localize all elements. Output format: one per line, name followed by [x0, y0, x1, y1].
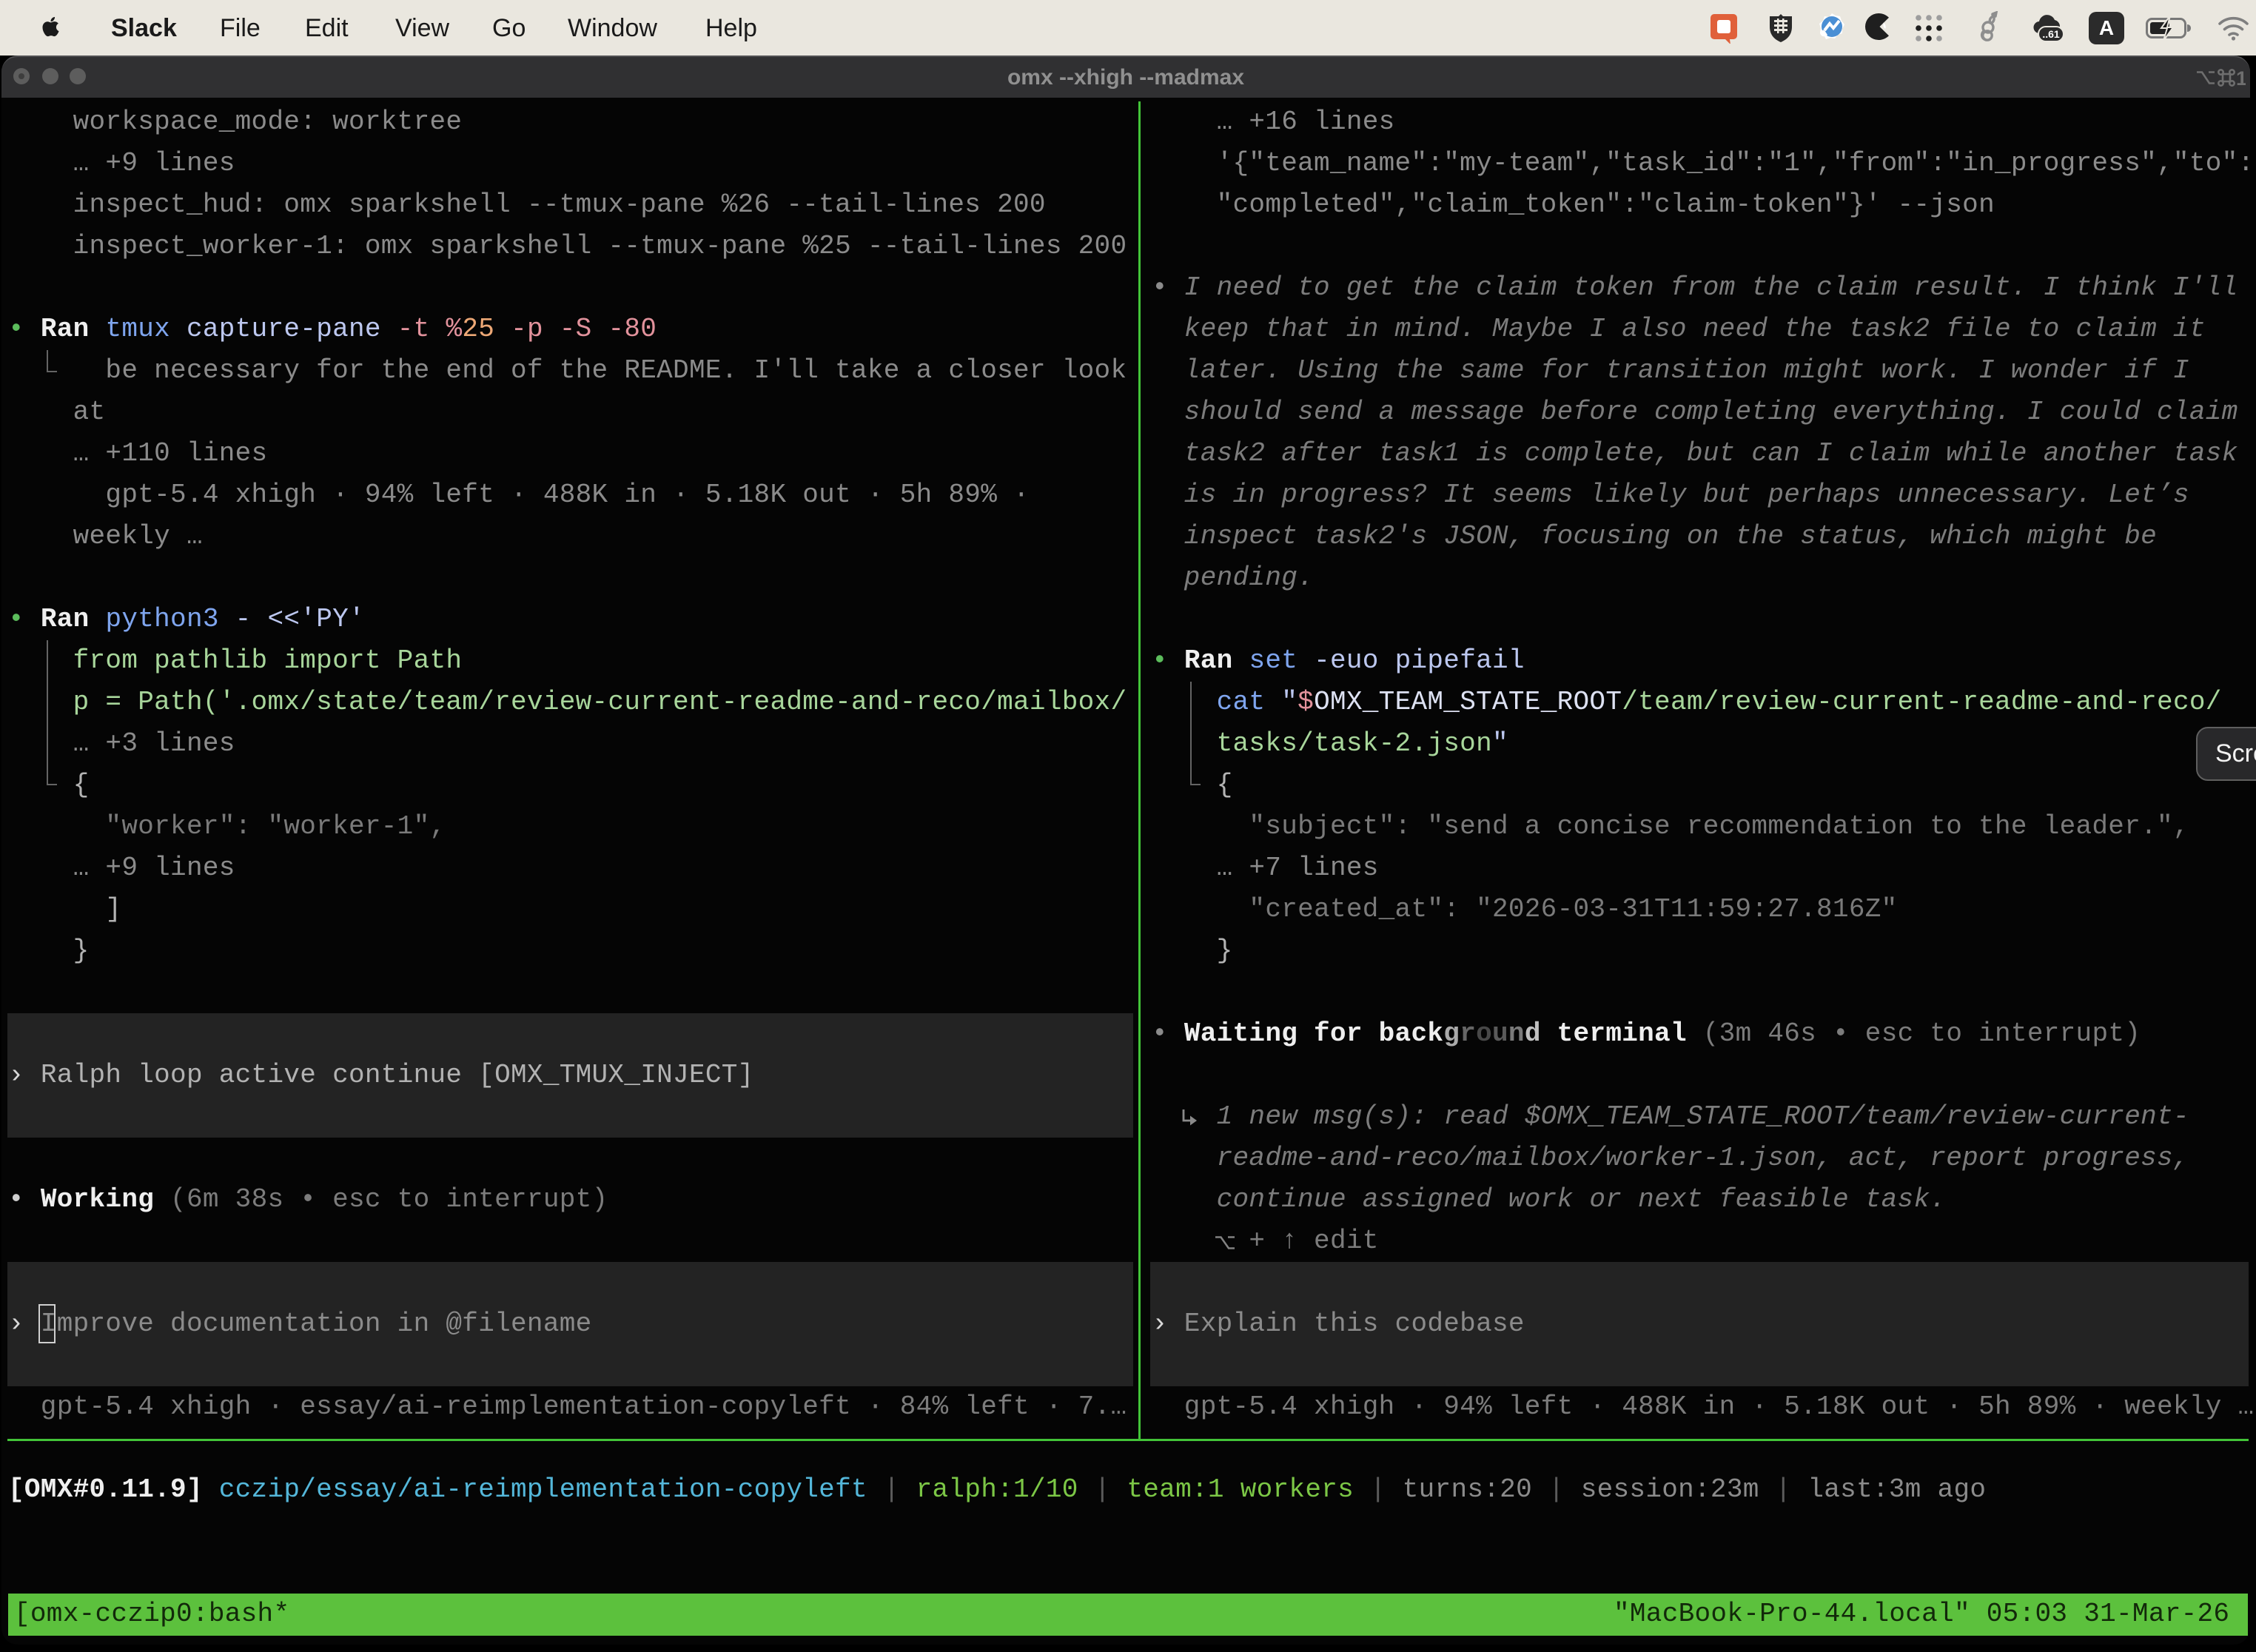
svg-text:..61: ..61 — [2042, 28, 2060, 40]
svg-text:1: 1 — [2236, 67, 2246, 89]
